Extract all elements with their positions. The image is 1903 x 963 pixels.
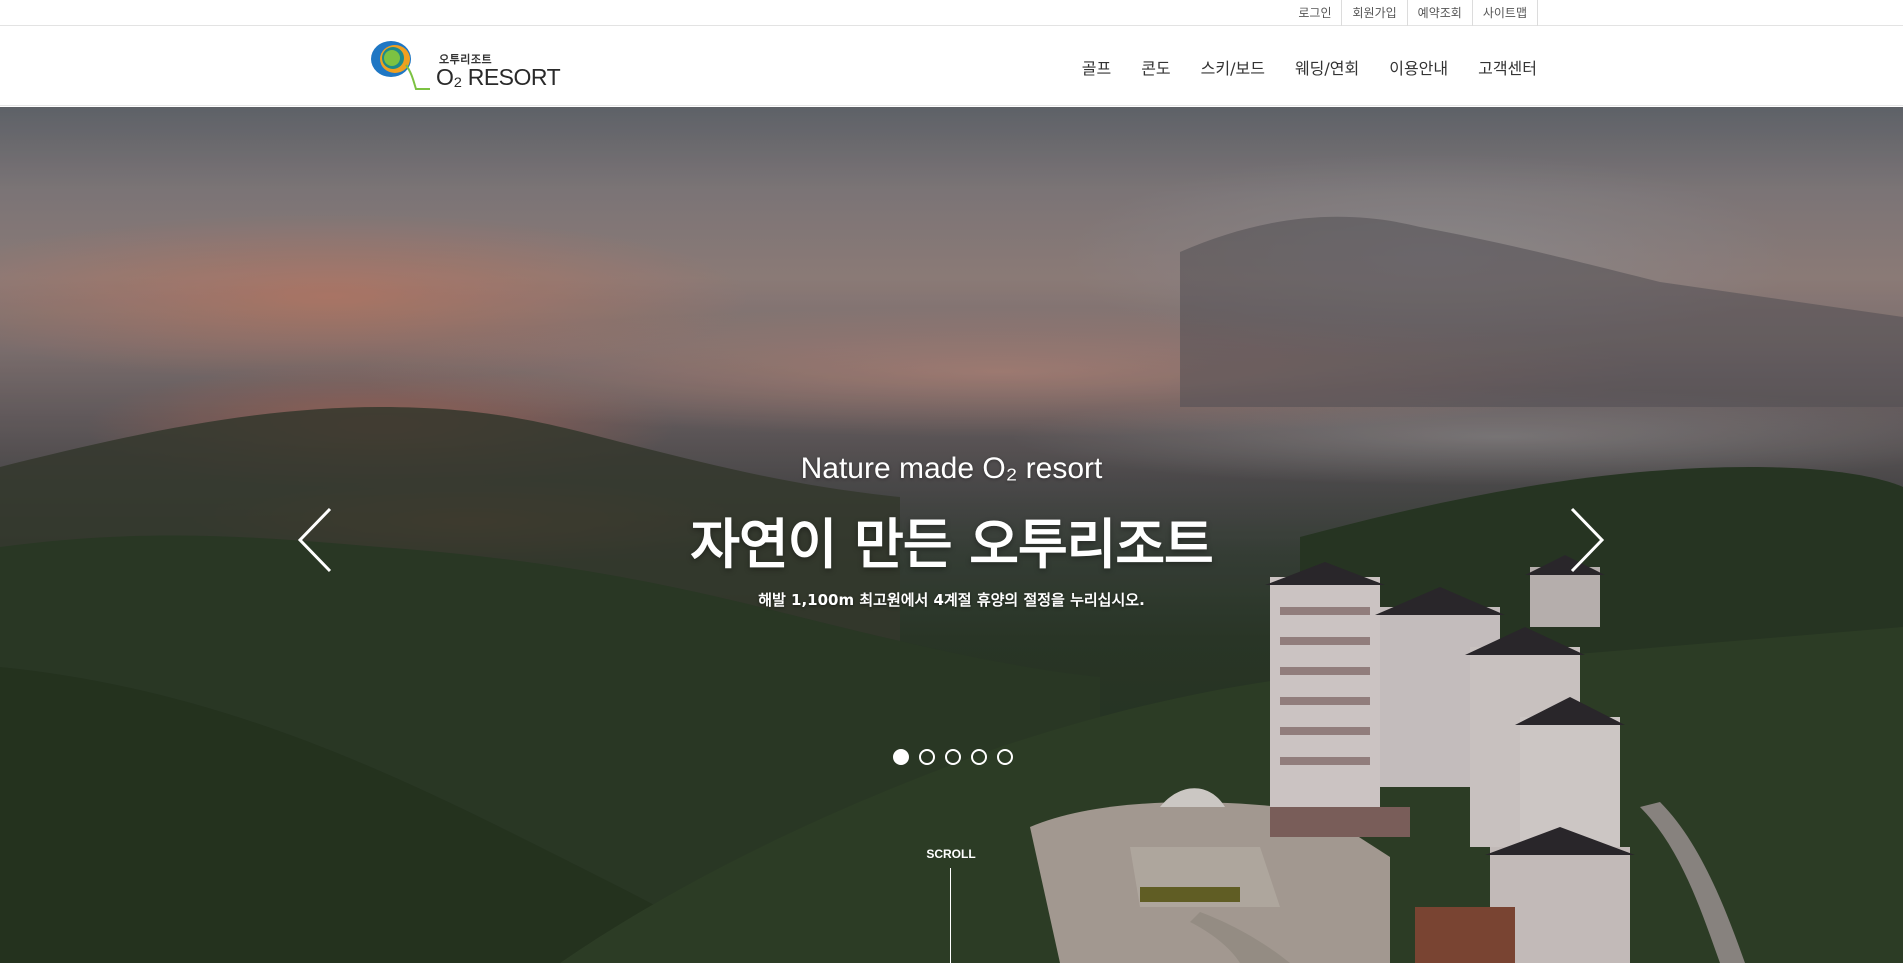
slide-dot-3[interactable]	[945, 749, 961, 765]
o2-logo-icon	[371, 41, 430, 90]
login-link[interactable]: 로그인	[1288, 0, 1341, 26]
slider-prev-button[interactable]	[294, 505, 338, 575]
slide-dot-4[interactable]	[971, 749, 987, 765]
chevron-right-icon	[1570, 507, 1605, 573]
reservation-lookup-link[interactable]: 예약조회	[1406, 0, 1472, 26]
site-logo[interactable]: 오투리조트 O₂ RESORT	[368, 37, 561, 93]
hero-subtitle: 해발 1,100m 최고원에서 4계절 휴양의 절정을 누리십시오.	[758, 591, 1145, 609]
signup-link[interactable]: 회원가입	[1341, 0, 1406, 26]
slide-dot-1[interactable]	[893, 749, 909, 765]
hero-eyebrow: Nature made O₂ resort	[800, 452, 1103, 485]
hero-title: 자연이 만든 오투리조트	[690, 513, 1213, 576]
slider-pagination	[893, 749, 1013, 765]
chevron-left-icon	[297, 507, 332, 573]
slider-next-button[interactable]	[1564, 505, 1608, 575]
slide-dot-5[interactable]	[997, 749, 1013, 765]
nav-golf[interactable]: 골프	[1082, 55, 1111, 79]
nav-customer-center[interactable]: 고객센터	[1478, 55, 1537, 79]
nav-wedding-banquet[interactable]: 웨딩/연회	[1295, 55, 1359, 79]
nav-condo[interactable]: 콘도	[1141, 55, 1170, 79]
scroll-line	[950, 868, 951, 963]
main-nav: 골프 콘도 스키/보드 웨딩/연회 이용안내 고객센터	[1082, 27, 1537, 106]
scroll-indicator[interactable]: SCROLL	[911, 847, 991, 861]
sitemap-link[interactable]: 사이트맵	[1471, 0, 1538, 26]
nav-ski-board[interactable]: 스키/보드	[1201, 55, 1265, 79]
hero-slider: Nature made O₂ resort 자연이 만든 오투리조트 해발 1,…	[0, 107, 1903, 963]
utility-bar: 로그인 회원가입 예약조회 사이트맵	[0, 0, 1903, 26]
slide-dot-2[interactable]	[919, 749, 935, 765]
main-header: 오투리조트 O₂ RESORT 골프 콘도 스키/보드 웨딩/연회 이용안내 고…	[0, 27, 1903, 106]
nav-usage-guide[interactable]: 이용안내	[1389, 55, 1448, 79]
logo-english-text: O₂ RESORT	[436, 64, 561, 90]
utility-nav: 로그인 회원가입 예약조회 사이트맵	[1288, 0, 1538, 26]
